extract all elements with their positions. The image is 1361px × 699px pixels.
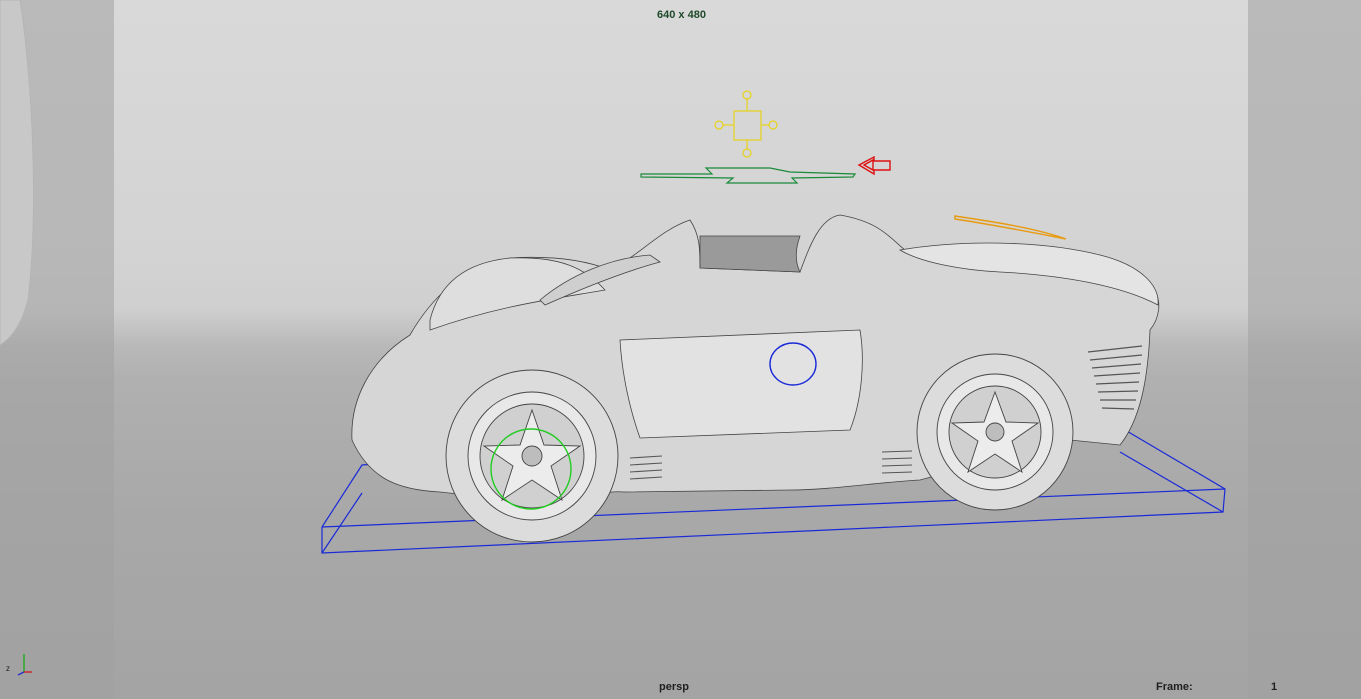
direction-arrow-icon[interactable] <box>857 155 891 176</box>
spoiler-control-curve[interactable] <box>954 215 1067 240</box>
axis-z-label: z <box>6 664 10 673</box>
background-object-edge <box>0 0 34 346</box>
resolution-gate-label: 640 x 480 <box>657 9 706 21</box>
view-axis-icon: z <box>6 654 32 676</box>
rear-wheel[interactable] <box>445 369 619 543</box>
scene-canvas[interactable] <box>0 0 1361 699</box>
frame-value: 1 <box>1271 681 1278 693</box>
front-wheel[interactable] <box>916 353 1074 511</box>
frame-label: Frame: <box>1156 681 1193 693</box>
camera-name-label: persp <box>659 681 689 693</box>
persp-viewport[interactable]: 640 x 480 persp Frame: 1 z <box>0 0 1361 699</box>
main-control-curve[interactable] <box>640 167 857 184</box>
move-gizmo-icon[interactable] <box>714 90 778 158</box>
